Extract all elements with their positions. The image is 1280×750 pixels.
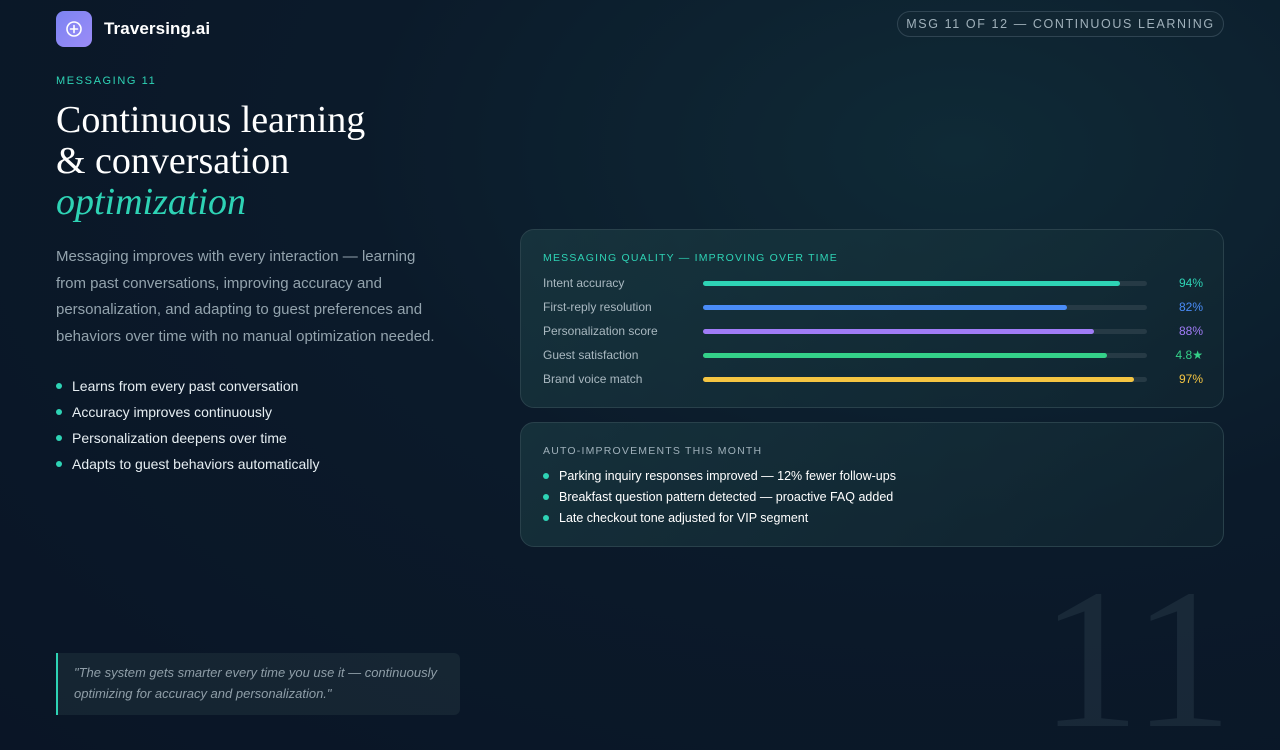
feature-text: Accuracy improves continuously — [72, 404, 272, 420]
metric-track — [703, 280, 1147, 286]
improvement-text: Parking inquiry responses improved — 12%… — [559, 468, 896, 483]
bullet-dot-icon — [56, 409, 62, 415]
metric-row: Guest satisfaction 4.8★ — [543, 343, 1203, 367]
bullet-dot-icon — [56, 435, 62, 441]
metric-row: First-reply resolution 82% — [543, 295, 1203, 319]
metric-label: Personalization score — [543, 324, 658, 338]
bullet-dot-icon — [56, 383, 62, 389]
background-number: 11 — [1040, 549, 1233, 750]
improvements-list: Parking inquiry responses improved — 12%… — [543, 465, 896, 528]
metric-bar — [703, 304, 1068, 310]
bullet-dot-icon — [543, 472, 549, 479]
metric-value: 88% — [1178, 324, 1203, 338]
metric-bar — [703, 280, 1121, 286]
title-line-accent: optimization — [56, 181, 247, 223]
metric-value: 4.8★ — [1175, 348, 1203, 362]
metric-row: Brand voice match 97% — [543, 367, 1203, 391]
metric-value: 97% — [1178, 372, 1203, 386]
bullet-dot-icon — [543, 493, 549, 500]
metric-label: First-reply resolution — [543, 300, 652, 314]
metric-value: 82% — [1178, 300, 1203, 314]
improvement-item: Late checkout tone adjusted for VIP segm… — [543, 507, 896, 528]
improvement-item: Parking inquiry responses improved — 12%… — [543, 465, 896, 486]
quality-card-title: MESSAGING QUALITY — IMPROVING OVER TIME — [543, 252, 838, 264]
improvements-card-title: AUTO-IMPROVEMENTS THIS MONTH — [543, 445, 763, 457]
feature-text: Personalization deepens over time — [72, 430, 287, 446]
testimonial-quote: "The system gets smarter every time you … — [56, 653, 460, 715]
page-title: Continuous learning & conversation optim… — [56, 100, 476, 223]
description: Messaging improves with every interactio… — [56, 248, 435, 345]
metric-track — [703, 376, 1147, 382]
metric-row: Personalization score 88% — [543, 319, 1203, 343]
feature-item: Personalization deepens over time — [56, 425, 319, 451]
metric-value: 94% — [1178, 276, 1203, 290]
feature-text: Learns from every past conversation — [72, 378, 299, 394]
brand-name: Traversing.ai — [104, 19, 211, 38]
progress-pill: MSG 11 OF 12 — CONTINUOUS LEARNING — [897, 11, 1224, 37]
feature-item: Adapts to guest behaviors automatically — [56, 451, 319, 477]
metric-track — [703, 304, 1147, 310]
improvements-card: AUTO-IMPROVEMENTS THIS MONTH Parking inq… — [520, 422, 1224, 547]
improvement-item: Breakfast question pattern detected — pr… — [543, 486, 896, 507]
bullet-dot-icon — [56, 461, 62, 467]
feature-item: Learns from every past conversation — [56, 373, 319, 399]
feature-item: Accuracy improves continuously — [56, 399, 319, 425]
metric-bar — [703, 376, 1134, 382]
improvement-text: Breakfast question pattern detected — pr… — [559, 489, 894, 504]
metric-label: Guest satisfaction — [543, 348, 639, 362]
metric-row: Intent accuracy 94% — [543, 271, 1203, 295]
metric-label: Brand voice match — [543, 372, 643, 386]
title-line-2: & conversation — [56, 140, 290, 182]
metric-track — [703, 328, 1147, 334]
quality-card: MESSAGING QUALITY — IMPROVING OVER TIME … — [520, 229, 1224, 408]
bullet-dot-icon — [543, 514, 549, 521]
metric-label: Intent accuracy — [543, 276, 625, 290]
feature-list: Learns from every past conversation Accu… — [56, 373, 319, 477]
improvement-text: Late checkout tone adjusted for VIP segm… — [559, 510, 809, 525]
plus-circle-icon — [56, 11, 92, 47]
section-eyebrow: MESSAGING 11 — [56, 75, 157, 87]
title-line-1: Continuous learning — [56, 99, 366, 141]
metric-bar — [703, 352, 1108, 358]
brand-logo[interactable]: Traversing.ai — [56, 11, 210, 47]
feature-text: Adapts to guest behaviors automatically — [72, 456, 320, 472]
metric-track — [703, 352, 1147, 358]
metrics-list: Intent accuracy 94% First-reply resoluti… — [543, 271, 1203, 391]
metric-bar — [703, 328, 1094, 334]
